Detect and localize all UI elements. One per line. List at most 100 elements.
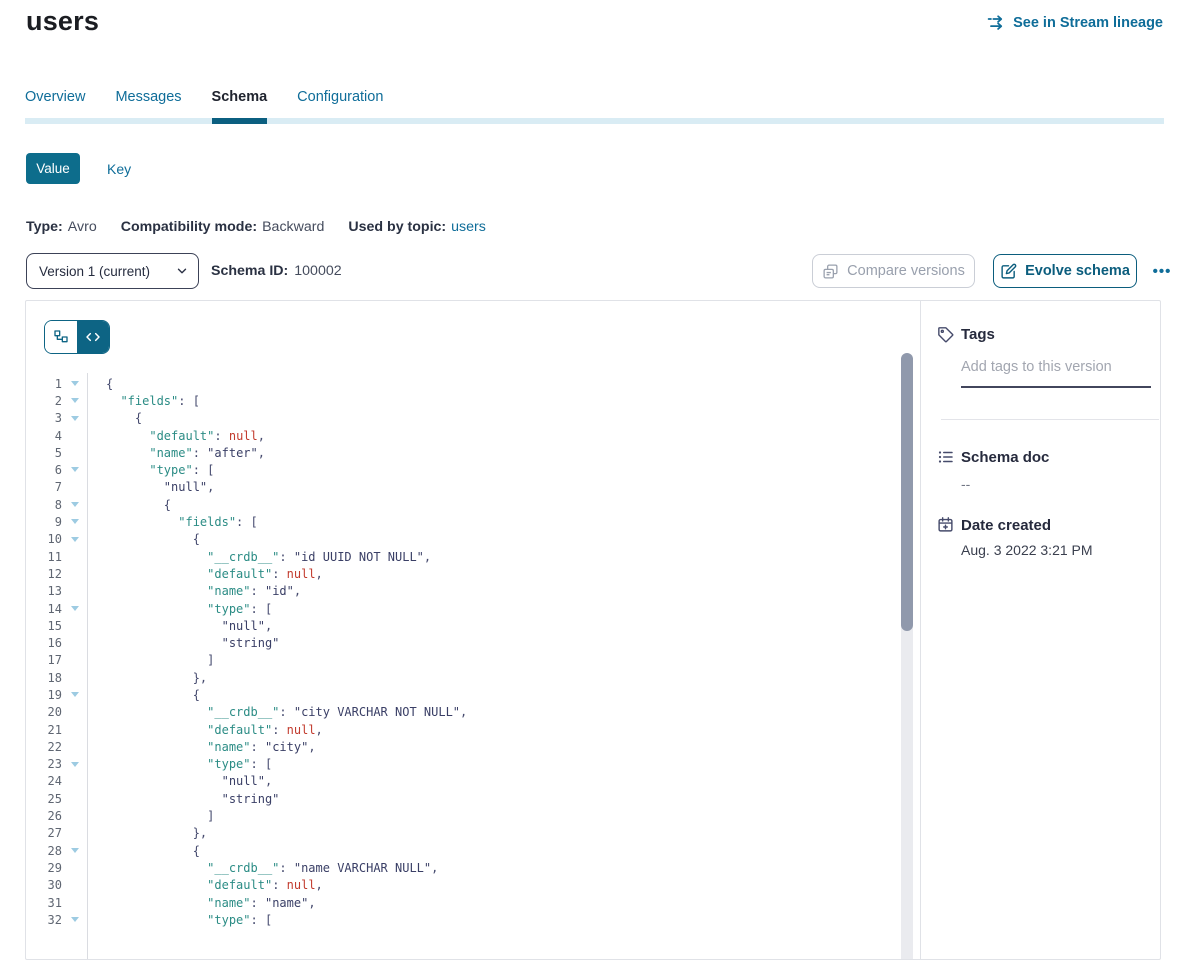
line-number: 18	[26, 671, 62, 685]
stream-lineage-link[interactable]: See in Stream lineage	[987, 15, 1163, 31]
topic-link[interactable]: users	[451, 219, 486, 235]
add-tags-input[interactable]	[961, 359, 1151, 375]
schema-code-editor[interactable]: 1{2 "fields": [3 {4 "default": null,5 "n…	[26, 375, 900, 929]
code-line: 28 {	[26, 842, 900, 859]
sidebar-divider	[941, 419, 1159, 420]
code-text: "type": [	[86, 757, 272, 771]
code-line: 10 {	[26, 531, 900, 548]
fold-arrow-icon[interactable]	[62, 513, 86, 530]
line-number: 10	[26, 532, 62, 546]
tab-messages[interactable]: Messages	[115, 89, 181, 124]
code-line: 27 },	[26, 825, 900, 842]
editor-scrollbar-thumb[interactable]	[901, 353, 913, 631]
fold-spacer	[62, 583, 86, 600]
line-number: 13	[26, 584, 62, 598]
code-line: 25 "string"	[26, 790, 900, 807]
code-line: 7 "null",	[26, 479, 900, 496]
line-number: 20	[26, 705, 62, 719]
fold-arrow-icon[interactable]	[62, 375, 86, 392]
line-number: 25	[26, 792, 62, 806]
code-line: 13 "name": "id",	[26, 583, 900, 600]
code-line: 23 "type": [	[26, 756, 900, 773]
fold-arrow-icon[interactable]	[62, 531, 86, 548]
code-line: 14 "type": [	[26, 600, 900, 617]
code-line: 2 "fields": [	[26, 392, 900, 409]
fold-spacer	[62, 617, 86, 634]
fold-arrow-icon[interactable]	[62, 911, 86, 928]
fold-arrow-icon[interactable]	[62, 756, 86, 773]
fold-arrow-icon[interactable]	[62, 461, 86, 478]
value-tab-button[interactable]: Value	[26, 153, 80, 184]
code-text: "default": null,	[86, 878, 323, 892]
fold-spacer	[62, 859, 86, 876]
fold-spacer	[62, 669, 86, 686]
fold-arrow-icon[interactable]	[62, 410, 86, 427]
code-text: "name": "name",	[86, 896, 316, 910]
code-line: 22 "name": "city",	[26, 738, 900, 755]
code-line: 24 "null",	[26, 773, 900, 790]
tree-view-icon[interactable]	[45, 321, 77, 353]
code-text: "type": [	[86, 602, 272, 616]
fold-spacer	[62, 721, 86, 738]
line-number: 17	[26, 653, 62, 667]
line-number: 14	[26, 602, 62, 616]
tab-overview[interactable]: Overview	[25, 89, 85, 124]
compare-versions-icon	[822, 263, 839, 280]
fold-arrow-icon[interactable]	[62, 842, 86, 859]
code-text: {	[86, 498, 171, 512]
code-text: {	[86, 411, 142, 425]
code-line: 31 "name": "name",	[26, 894, 900, 911]
fold-spacer	[62, 548, 86, 565]
fold-spacer	[62, 652, 86, 669]
code-text: "default": null,	[86, 429, 265, 443]
fold-arrow-icon[interactable]	[62, 600, 86, 617]
code-text: },	[86, 671, 207, 685]
line-number: 3	[26, 411, 62, 425]
schema-panel: 1{2 "fields": [3 {4 "default": null,5 "n…	[25, 300, 1161, 960]
fold-spacer	[62, 807, 86, 824]
code-text: ]	[86, 809, 214, 823]
schema-sidebar: Tags Schema doc -- Date created Aug. 3 2…	[920, 301, 1161, 959]
fold-spacer	[62, 825, 86, 842]
line-number: 11	[26, 550, 62, 564]
compare-versions-button[interactable]: Compare versions	[812, 254, 975, 288]
code-text: "name": "id",	[86, 584, 301, 598]
fold-arrow-icon[interactable]	[62, 392, 86, 409]
code-view-icon[interactable]	[77, 321, 109, 353]
code-text: "string"	[86, 792, 279, 806]
line-number: 24	[26, 774, 62, 788]
code-text: {	[86, 844, 200, 858]
code-text: "default": null,	[86, 567, 323, 581]
code-line: 32 "type": [	[26, 911, 900, 928]
date-created-value: Aug. 3 2022 3:21 PM	[961, 542, 1093, 558]
schema-id-value: 100002	[294, 263, 341, 279]
line-number: 12	[26, 567, 62, 581]
tab-configuration[interactable]: Configuration	[297, 89, 383, 124]
code-text: {	[86, 532, 200, 546]
type-label: Type:	[26, 219, 63, 235]
evolve-schema-button[interactable]: Evolve schema	[993, 254, 1137, 288]
fold-spacer	[62, 877, 86, 894]
line-number: 16	[26, 636, 62, 650]
fold-spacer	[62, 704, 86, 721]
used-by-topic-label: Used by topic:	[348, 219, 446, 235]
code-text: "string"	[86, 636, 279, 650]
schema-doc-title: Schema doc	[961, 449, 1049, 466]
fold-spacer	[62, 444, 86, 461]
more-actions-button[interactable]: •••	[1144, 254, 1180, 288]
line-number: 5	[26, 446, 62, 460]
code-line: 18 },	[26, 669, 900, 686]
page-title: users	[26, 6, 99, 37]
fold-spacer	[62, 479, 86, 496]
code-text: ]	[86, 653, 214, 667]
code-line: 19 {	[26, 686, 900, 703]
key-tab-button[interactable]: Key	[107, 161, 131, 177]
line-number: 30	[26, 878, 62, 892]
version-select[interactable]: Version 1 (current)	[26, 253, 199, 289]
fold-spacer	[62, 634, 86, 651]
fold-arrow-icon[interactable]	[62, 496, 86, 513]
tab-schema[interactable]: Schema	[212, 89, 268, 124]
code-line: 30 "default": null,	[26, 877, 900, 894]
code-text: {	[86, 377, 113, 391]
fold-arrow-icon[interactable]	[62, 686, 86, 703]
